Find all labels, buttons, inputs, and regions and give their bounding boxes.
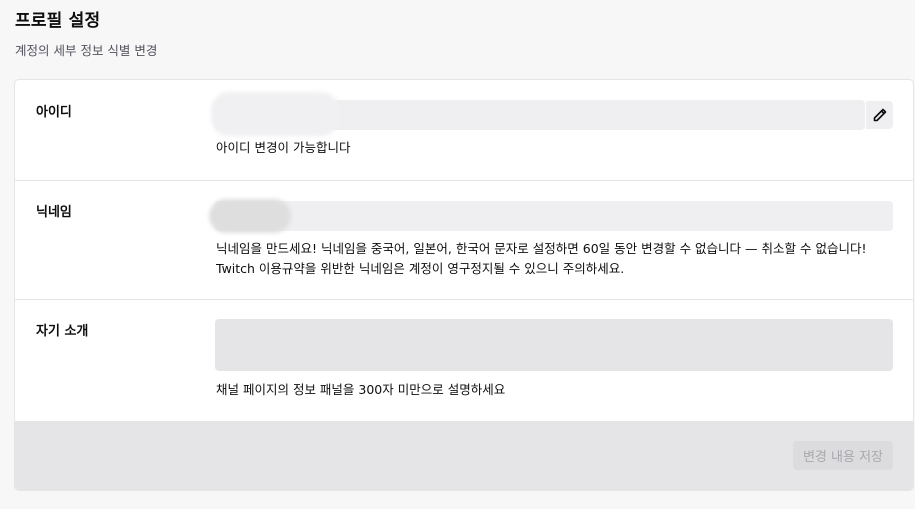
- edit-username-button[interactable]: [865, 101, 893, 129]
- bio-label: 자기 소개: [36, 324, 89, 339]
- username-help: 아이디 변경이 가능합니다: [216, 140, 351, 155]
- display-name-row: 닉네임 닉네임을 만드세요! 닉네임을 중국어, 일본어, 한국어 문자로 설정…: [15, 181, 913, 300]
- display-name-help: 닉네임을 만드세요! 닉네임을 중국어, 일본어, 한국어 문자로 설정하면 6…: [216, 241, 867, 276]
- username-label: 아이디: [36, 105, 72, 120]
- bio-textarea[interactable]: [215, 319, 893, 371]
- profile-settings-card: 아이디 아이디 변경이 가능합니다 닉네임 닉네임을 만드세요! 닉네임을 중국…: [14, 79, 914, 491]
- save-changes-button[interactable]: 변경 내용 저장: [792, 441, 893, 470]
- page-title: 프로필 설정: [15, 11, 101, 31]
- bio-row: 자기 소개 채널 페이지의 정보 패널을 300자 미만으로 설명하세요: [15, 300, 913, 421]
- display-name-input[interactable]: [215, 201, 893, 231]
- card-footer: 변경 내용 저장: [15, 421, 913, 490]
- display-name-label: 닉네임: [36, 205, 72, 220]
- page-subtitle: 계정의 세부 정보 식별 변경: [15, 43, 158, 58]
- display-name-redacted: [209, 199, 291, 233]
- bio-help: 채널 페이지의 정보 패널을 300자 미만으로 설명하세요: [216, 382, 506, 397]
- pencil-icon: [873, 108, 886, 122]
- username-row: 아이디 아이디 변경이 가능합니다: [15, 80, 913, 181]
- username-redacted: [211, 92, 339, 136]
